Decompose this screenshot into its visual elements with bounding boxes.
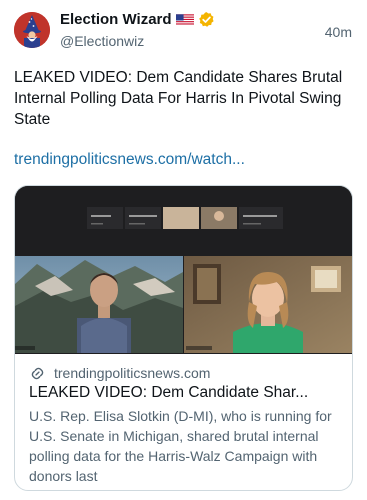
name-row: Election Wizard (60, 11, 215, 28)
handle[interactable]: @Electionwiz (60, 33, 144, 49)
verified-badge-icon[interactable] (198, 11, 215, 28)
link-preview-card[interactable]: trendingpoliticsnews.com LEAKED VIDEO: D… (14, 185, 353, 491)
avatar[interactable] (14, 12, 50, 48)
post-link[interactable]: trendingpoliticsnews.com/watch... (14, 151, 354, 169)
video-call-screenshot-image (15, 186, 352, 354)
display-name[interactable]: Election Wizard (60, 11, 172, 28)
post-header: Election Wizard @Electionwiz 40m (14, 10, 354, 54)
card-domain: trendingpoliticsnews.com (54, 365, 211, 381)
card-title[interactable]: LEAKED VIDEO: Dem Candidate Shar... (29, 384, 334, 402)
link-icon (29, 365, 46, 382)
post-text: LEAKED VIDEO: Dem Candidate Shares Bruta… (14, 69, 343, 128)
us-flag-icon (175, 13, 194, 26)
video-thumbnail[interactable] (15, 186, 352, 354)
timestamp[interactable]: 40m (325, 24, 352, 40)
card-body: trendingpoliticsnews.com LEAKED VIDEO: D… (15, 354, 352, 486)
card-description: U.S. Rep. Elisa Slotkin (D-MI), who is r… (29, 408, 332, 484)
wizard-avatar-icon (14, 12, 50, 48)
card-domain-row: trendingpoliticsnews.com (29, 364, 338, 382)
